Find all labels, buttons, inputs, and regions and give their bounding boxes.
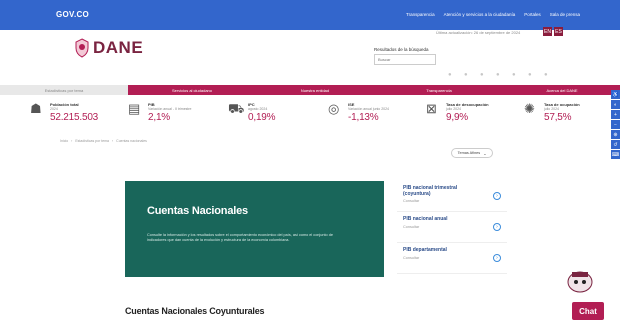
font-decrease-icon[interactable]: − — [611, 120, 620, 129]
accessibility-toolbar: ♿ ◐ + − ⊕ ↺ ⌨ — [611, 90, 620, 159]
chevron-down-icon: ⌄ — [483, 151, 487, 156]
gov-link-transparencia[interactable]: Transparencia — [406, 12, 435, 17]
reset-icon[interactable]: ↺ — [611, 140, 620, 149]
twitter-icon[interactable]: ● — [464, 72, 470, 78]
pib-icon: ▤ — [128, 101, 141, 116]
breadcrumb: Inicio › Estadísticas por tema › Cuentas… — [60, 139, 147, 143]
language-es-button[interactable]: ES — [554, 27, 563, 36]
youtube-icon[interactable]: ● — [496, 72, 502, 78]
nav-item-acerca[interactable]: Acerca del DANE — [504, 85, 620, 95]
gov-link-portales[interactable]: Portales — [524, 12, 541, 17]
desempleo-icon: ⊠ — [426, 101, 437, 116]
indicator-value: 0,19% — [248, 112, 276, 123]
contrast-icon[interactable]: ◐ — [611, 100, 620, 109]
indicator-value: 52.215.503 — [50, 112, 99, 123]
gov-top-bar: GOV.CO Transparencia Atención y servicio… — [0, 0, 620, 30]
indicator-poblacion[interactable]: ☗ Población total 2024 52.215.503 — [30, 101, 110, 124]
card-pib-trimestral[interactable]: PIB nacional trimestral (coyuntura) Cons… — [397, 181, 507, 212]
search-label: Resultados de la búsqueda — [374, 47, 429, 52]
card-pib-departamental[interactable]: PIB departamental Consultar › — [397, 243, 507, 274]
nav-item-servicios[interactable]: Servicios al ciudadano — [128, 85, 256, 95]
cart-icon: ⛟ — [228, 101, 245, 116]
gov-logo[interactable]: GOV.CO — [56, 10, 89, 19]
indicator-value: 9,9% — [446, 112, 468, 123]
ocupacion-icon: ✺ — [524, 101, 535, 116]
arrow-right-icon[interactable]: › — [493, 223, 501, 231]
zoom-icon[interactable]: ⊕ — [611, 130, 620, 139]
temas-afines-select[interactable]: Temas Afines ⌄ — [451, 148, 493, 158]
nav-item-transparencia[interactable]: Transparencia — [374, 85, 504, 95]
factory-icon: ◎ — [328, 101, 340, 116]
indicator-ipc[interactable]: ⛟ IPC agosto 2024 0,19% — [228, 101, 308, 124]
people-icon: ☗ — [30, 101, 42, 116]
accessibility-icon[interactable]: ♿ — [611, 90, 620, 99]
instagram-icon[interactable]: ● — [480, 72, 486, 78]
rss-icon[interactable]: ● — [544, 72, 550, 78]
indicator-ocupacion[interactable]: ✺ Tasa de ocupación julio 2024 57,5% — [524, 101, 604, 124]
hero-description: Consulte la información y los resultados… — [147, 233, 333, 242]
indicator-value: 2,1% — [148, 112, 170, 123]
search-input[interactable] — [374, 54, 436, 65]
indicators-strip: ☗ Población total 2024 52.215.503 ▤ PIB … — [30, 102, 590, 132]
arrow-right-icon[interactable]: › — [493, 254, 501, 262]
gov-links: Transparencia Atención y servicios a la … — [406, 12, 580, 17]
indicator-pib[interactable]: ▤ PIB Variación anual - II trimestre 2,1… — [128, 101, 208, 124]
gov-link-sala-prensa[interactable]: Sala de prensa — [550, 12, 580, 17]
indicator-ise[interactable]: ◎ ISE Variación anual junio 2024 -1,13% — [328, 101, 408, 124]
section-title: Cuentas Nacionales Coyunturales — [125, 306, 265, 316]
arrow-right-icon[interactable]: › — [493, 192, 501, 200]
breadcrumb-home[interactable]: Inicio — [60, 139, 68, 143]
language-buttons: EN ES — [543, 27, 563, 36]
chat-button[interactable]: Chat — [572, 302, 604, 320]
dane-logo[interactable]: DANE — [74, 38, 143, 58]
dane-logo-text: DANE — [93, 38, 144, 57]
indicator-value: -1,13% — [348, 112, 379, 123]
hero-title: Cuentas Nacionales — [147, 205, 248, 217]
quick-links: PIB nacional trimestral (coyuntura) Cons… — [397, 181, 507, 274]
main-nav: Estadísticas por tema Servicios al ciuda… — [0, 85, 620, 95]
card-pib-anual[interactable]: PIB nacional anual Consultar › — [397, 212, 507, 243]
last-update-text: Última actualización: 26 de septiembre d… — [436, 30, 521, 35]
hero-banner: Cuentas Nacionales Consulte la informaci… — [125, 181, 384, 277]
facebook-icon[interactable]: ● — [448, 72, 454, 78]
indicator-desocupacion[interactable]: ⊠ Tasa de desocupación julio 2024 9,9% — [426, 101, 506, 124]
breadcrumb-estadisticas[interactable]: Estadísticas por tema — [75, 139, 109, 143]
nav-item-estadisticas[interactable]: Estadísticas por tema — [0, 85, 128, 95]
chat-assistant-icon[interactable] — [565, 268, 595, 294]
nav-item-entidad[interactable]: Nuestra entidad — [256, 85, 374, 95]
linkedin-icon[interactable]: ● — [512, 72, 518, 78]
font-increase-icon[interactable]: + — [611, 110, 620, 119]
indicator-value: 57,5% — [544, 112, 572, 123]
keyboard-icon[interactable]: ⌨ — [611, 150, 620, 159]
breadcrumb-current: Cuentas nacionales — [116, 139, 147, 143]
social-icons: ● ● ● ● ● ● ● — [448, 72, 550, 78]
language-en-button[interactable]: EN — [543, 27, 552, 36]
flickr-icon[interactable]: ● — [528, 72, 534, 78]
dane-shield-icon — [75, 38, 89, 58]
gov-link-atencion[interactable]: Atención y servicios a la ciudadanía — [444, 12, 516, 17]
